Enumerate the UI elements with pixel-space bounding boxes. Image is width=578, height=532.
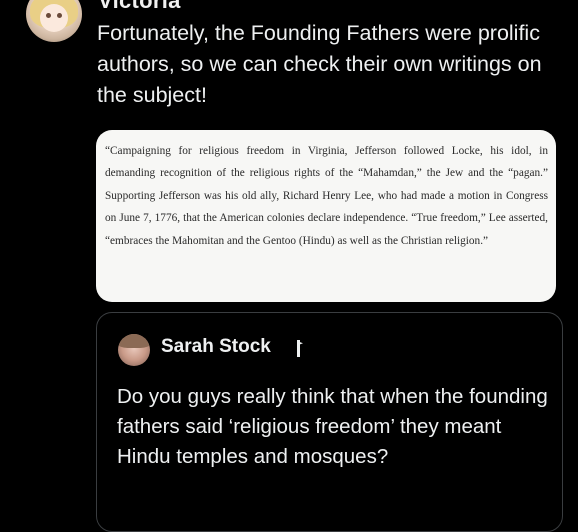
- attached-image-text: “Campaigning for religious freedom in Vi…: [105, 145, 548, 247]
- attached-image[interactable]: “Campaigning for religious freedom in Vi…: [96, 130, 556, 302]
- flag-icon: [297, 340, 303, 357]
- author-name[interactable]: Victoria: [98, 0, 181, 14]
- quoted-tweet-text: Do you guys really think that when the f…: [117, 385, 548, 468]
- tweet-text: Fortunately, the Founding Fathers were p…: [97, 21, 542, 107]
- anime-avatar-icon[interactable]: [26, 0, 82, 42]
- quoted-author-name[interactable]: Sarah Stock: [161, 336, 271, 358]
- quoted-tweet-card[interactable]: Sarah Stock Do you guys really think tha…: [96, 312, 563, 532]
- avatar[interactable]: [118, 334, 150, 366]
